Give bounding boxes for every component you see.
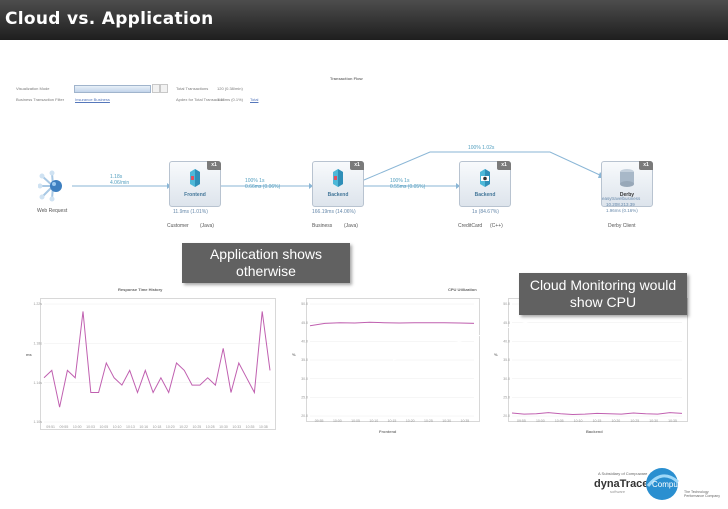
- callout-pointers: [295, 227, 550, 361]
- tagline-line2: Performance Company: [684, 494, 720, 498]
- compuware-wordmark: Compuware: [652, 480, 696, 489]
- software-text: software: [610, 489, 626, 494]
- cloud-monitoring-callout: Cloud Monitoring would show CPU: [519, 273, 687, 315]
- subsidiary-text: A Subsidiary of Compuware: [598, 471, 648, 476]
- application-callout: Application shows otherwise: [182, 243, 350, 283]
- company-logos: A Subsidiary of Compuware dynaTrace soft…: [588, 462, 728, 504]
- compuware-dynatrace-logo: A Subsidiary of Compuware dynaTrace soft…: [594, 468, 720, 500]
